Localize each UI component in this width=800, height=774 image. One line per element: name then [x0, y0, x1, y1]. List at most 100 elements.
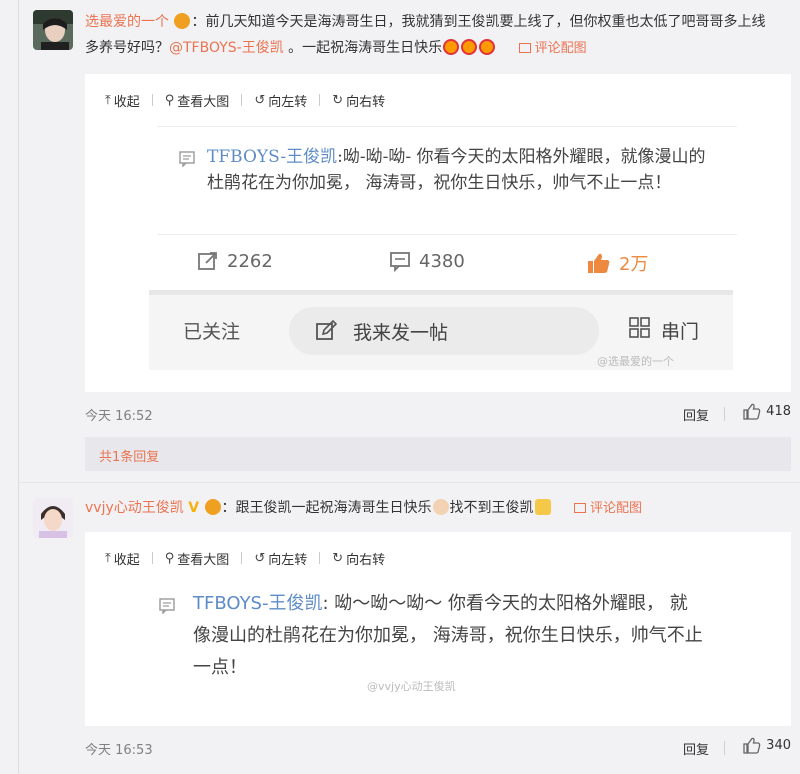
comment-footer: 今天 16:52 回复 418	[85, 398, 791, 428]
collapse-button[interactable]: ⤒ 收起	[105, 91, 140, 110]
rotate-right-button[interactable]: ↻ 向右转	[332, 549, 385, 568]
reply-button[interactable]: 回复	[683, 405, 709, 424]
follow-label: 已关注	[183, 321, 241, 343]
image-icon	[573, 503, 586, 513]
comment-text-block: vvjy心动王俊凯 V ：跟王俊凯一起祝海涛哥生日快乐 找不到王俊凯 评论配图	[85, 495, 775, 522]
heart-eyes-emoji-icon	[174, 13, 191, 29]
image-toolbar: ⤒ 收起 ⚲ 查看大图 ↺ 向左转 ↻ 向右转	[105, 90, 385, 110]
footer-divider	[724, 407, 725, 421]
image-repost-stat: 2262	[197, 250, 273, 272]
magnifier-icon: ⚲	[164, 550, 175, 566]
comment-image-link-label: 评论配图	[589, 501, 642, 516]
image-post-text: TFBOYS-王俊凯: 呦～呦～呦～ 你看今天的太阳格外耀眼， 就像漫山的杜鹃花…	[193, 588, 703, 684]
image-bottom-bar: 已关注 我来发一帖 串门 @选最爱的一个	[149, 290, 733, 370]
comment-footer: 今天 16:53 回复 340	[85, 732, 791, 762]
comment-username[interactable]: 选最爱的一个	[85, 14, 169, 30]
rotate-right-label: 向右转	[346, 94, 386, 110]
collapse-button[interactable]: ⤒ 收起	[105, 549, 140, 568]
repost-icon	[198, 252, 217, 270]
comment-count: 4380	[419, 250, 465, 272]
footer-divider	[724, 741, 725, 755]
rotate-left-icon: ↺	[254, 92, 266, 108]
rotate-left-icon: ↺	[254, 550, 266, 566]
image-mid-rule	[157, 234, 737, 235]
comment-username[interactable]: vvjy心动王俊凯	[85, 500, 184, 516]
comment-icon	[390, 252, 410, 272]
toolbar-divider	[241, 552, 243, 564]
image-top-rule	[157, 126, 737, 127]
view-large-label: 查看大图	[177, 94, 230, 110]
rotate-left-label: 向左转	[268, 552, 308, 568]
reply-button[interactable]: 回复	[683, 739, 709, 758]
collapse-label: 收起	[113, 94, 140, 110]
like-count: 2万	[619, 254, 649, 275]
like-count: 340	[766, 738, 791, 753]
post-label: 我来发一帖	[353, 322, 449, 344]
comment-icon	[179, 151, 195, 167]
comment-text-tail: 。一起祝海涛哥生日快乐	[283, 40, 443, 56]
collapse-label: 收起	[113, 552, 140, 568]
like-button[interactable]: 340	[743, 737, 791, 754]
comment-text-block: 选最爱的一个 ：前几天知道今天是海涛哥生日，我就猜到王俊凯要上线了，但你权重也太…	[85, 9, 775, 62]
avatar[interactable]	[33, 498, 73, 538]
grid-icon	[629, 317, 650, 338]
thumbs-up-icon	[588, 253, 610, 273]
image-icon	[518, 43, 531, 53]
view-large-button[interactable]: ⚲ 查看大图	[165, 549, 230, 568]
image-post-text: TFBOYS-王俊凯:呦-呦-呦- 你看今天的太阳格外耀眼，就像漫山的杜鹃花在为…	[207, 144, 707, 196]
laugh-emoji-icon	[479, 39, 496, 55]
rotate-right-icon: ↻	[332, 92, 344, 108]
like-count: 418	[766, 404, 791, 419]
thumbs-up-icon	[743, 403, 761, 420]
comment-time: 今天 16:52	[85, 409, 153, 424]
rotate-right-label: 向右转	[346, 552, 386, 568]
view-large-button[interactable]: ⚲ 查看大图	[165, 91, 230, 110]
collapse-icon: ⤒	[105, 92, 111, 108]
comment-image[interactable]: TFBOYS-王俊凯:呦-呦-呦- 你看今天的太阳格外耀眼，就像漫山的杜鹃花在为…	[149, 126, 737, 370]
toolbar-divider	[319, 94, 321, 106]
magnifier-icon: ⚲	[164, 92, 175, 108]
mention-link[interactable]: @TFBOYS-王俊凯	[169, 40, 284, 56]
toolbar-divider	[151, 552, 153, 564]
laugh-emoji-icon	[461, 39, 478, 55]
comment-image-link[interactable]: 评论配图	[573, 501, 642, 516]
view-large-label: 查看大图	[177, 552, 230, 568]
image-watermark: @vvjy心动王俊凯	[367, 680, 456, 693]
image-watermark: @选最爱的一个	[597, 355, 674, 368]
image-like-stat: 2万	[587, 250, 648, 276]
image-comment-stat: 4380	[389, 250, 465, 272]
thumbs-up-icon	[743, 737, 761, 754]
cat-emoji-icon	[534, 499, 551, 515]
rotate-left-button[interactable]: ↺ 向左转	[254, 91, 307, 110]
image-viewer-card: ⤒ 收起 ⚲ 查看大图 ↺ 向左转 ↻ 向右转 TFBOYS-王俊凯:呦-呦-呦-	[85, 74, 791, 392]
toolbar-divider	[151, 94, 153, 106]
comment-image[interactable]: TFBOYS-王俊凯: 呦～呦～呦～ 你看今天的太阳格外耀眼， 就像漫山的杜鹃花…	[157, 582, 717, 712]
reply-summary-link[interactable]: 共1条回复	[85, 437, 791, 471]
image-post-author: TFBOYS-王俊凯	[207, 147, 338, 167]
image-toolbar: ⤒ 收起 ⚲ 查看大图 ↺ 向左转 ↻ 向右转	[105, 548, 385, 568]
collapse-icon: ⤒	[105, 550, 111, 566]
image-viewer-card: ⤒ 收起 ⚲ 查看大图 ↺ 向左转 ↻ 向右转 TFBOYS-王俊凯: 呦～呦～呦～ 你…	[85, 532, 791, 726]
comment-image-link[interactable]: 评论配图	[518, 41, 587, 56]
rotate-right-button[interactable]: ↻ 向右转	[332, 91, 385, 110]
rotate-left-button[interactable]: ↺ 向左转	[254, 549, 307, 568]
comment-text: ：跟王俊凯一起祝海涛哥生日快乐	[221, 500, 432, 516]
comment-text-tail: 找不到王俊凯	[449, 500, 534, 516]
comment-time: 今天 16:53	[85, 743, 153, 758]
comment-feed: 选最爱的一个 ：前几天知道今天是海涛哥生日，我就猜到王俊凯要上线了，但你权重也太…	[18, 0, 800, 774]
rotate-left-label: 向左转	[268, 94, 308, 110]
comment-icon	[159, 598, 175, 614]
menu-label: 串门	[661, 321, 700, 343]
post-pill: 我来发一帖	[289, 307, 599, 355]
image-post-author: TFBOYS-王俊凯	[193, 593, 323, 614]
comment-image-link-label: 评论配图	[534, 41, 587, 56]
vip-badge-icon: V	[188, 500, 200, 516]
avatar[interactable]	[33, 10, 73, 50]
rotate-right-icon: ↻	[332, 550, 344, 566]
laugh-emoji-icon	[443, 39, 460, 55]
like-button[interactable]: 418	[743, 403, 791, 420]
edit-icon	[316, 320, 337, 340]
heart-eyes-emoji-icon	[204, 499, 221, 515]
repost-count: 2262	[227, 250, 273, 272]
toolbar-divider	[241, 94, 243, 106]
